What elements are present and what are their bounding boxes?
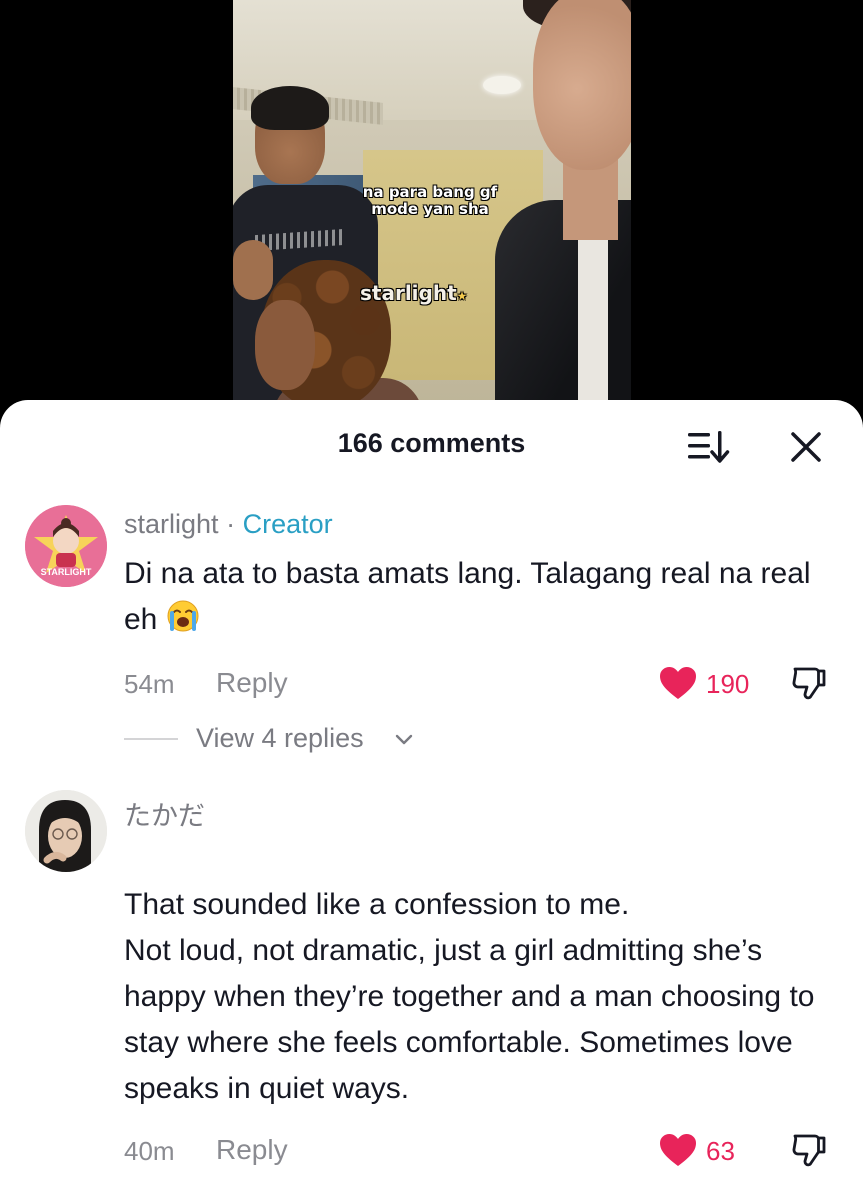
avatar-label: STARLIGHT <box>41 567 92 577</box>
username[interactable]: たかだ <box>124 801 205 831</box>
video-woman-face <box>255 300 315 390</box>
like-count: 63 <box>706 1136 735 1166</box>
timestamp: 54m <box>124 669 175 699</box>
video-player[interactable]: na para bang gf mode yan sha starlight★ <box>0 0 863 420</box>
close-icon <box>791 432 821 462</box>
avatar[interactable] <box>25 790 107 872</box>
sort-icon <box>688 431 730 463</box>
dislike-icon[interactable] <box>790 1132 828 1168</box>
chevron-down-icon <box>395 734 413 745</box>
heart-icon <box>660 1134 696 1166</box>
comments-sheet: 166 comments STARLIGHT starlight · Creat… <box>0 400 863 1199</box>
video-person-right-shirt <box>578 230 608 420</box>
timestamp: 40m <box>124 1136 175 1166</box>
comment-header: たかだ <box>124 794 205 833</box>
view-replies-button[interactable]: View 4 replies <box>124 719 524 759</box>
video-ceiling-light <box>483 76 521 94</box>
sort-button[interactable] <box>686 427 730 467</box>
like-count: 190 <box>706 669 750 699</box>
dislike-icon[interactable] <box>790 665 828 701</box>
comment-text: Di na ata to basta amats lang. Talagang … <box>124 551 844 643</box>
comment-meta: 54m Reply 190 <box>124 663 844 703</box>
username[interactable]: starlight <box>124 509 219 539</box>
comment-header: starlight · Creator <box>124 509 333 540</box>
creator-badge: Creator <box>242 509 333 539</box>
video-person-right-head <box>533 0 631 170</box>
comment-count: 166 comments <box>337 428 526 458</box>
watermark-text: starlight <box>360 281 457 305</box>
video-caption: na para bang gf mode yan sha <box>362 183 498 218</box>
reply-button[interactable]: Reply <box>216 667 288 699</box>
heart-icon <box>660 667 696 699</box>
comment-text: That sounded like a confession to me. No… <box>124 836 844 1112</box>
close-button[interactable] <box>786 427 826 467</box>
video-person-left-hair <box>251 86 329 130</box>
loudly-crying-face-icon <box>167 600 199 632</box>
view-replies-label: View 4 replies <box>196 723 364 753</box>
star-icon: ★ <box>456 289 468 303</box>
avatar[interactable]: STARLIGHT <box>25 505 107 587</box>
video-watermark: starlight★ <box>360 283 510 305</box>
comment-body: Di na ata to basta amats lang. Talagang … <box>124 557 811 636</box>
comments-header: 166 comments <box>0 400 863 490</box>
reply-button[interactable]: Reply <box>216 1134 288 1166</box>
user-avatar-image <box>25 790 107 872</box>
video-hand <box>233 240 273 300</box>
divider-line <box>124 738 178 740</box>
separator: · <box>226 509 236 539</box>
creator-avatar-image: STARLIGHT <box>25 505 107 587</box>
comment-body: That sounded like a confession to me. No… <box>124 888 815 1105</box>
comment-meta: 40m Reply 63 <box>124 1130 844 1170</box>
